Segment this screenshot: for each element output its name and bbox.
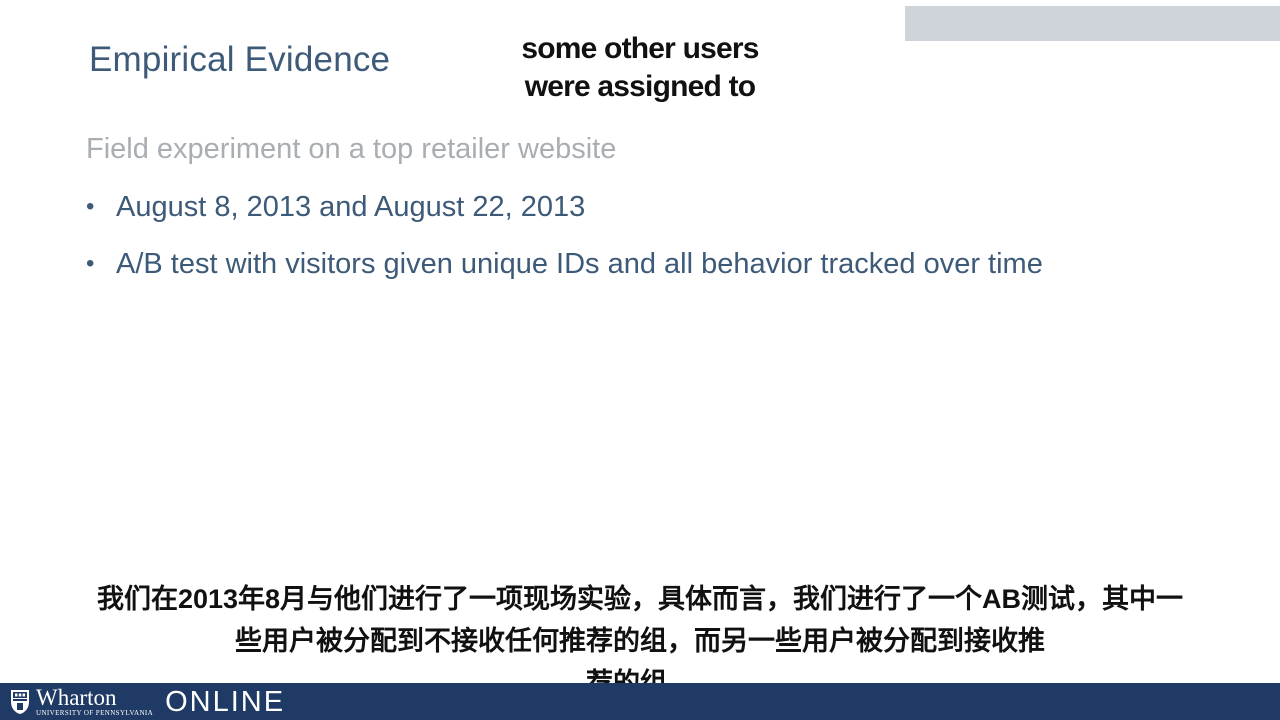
wharton-online-logo: Wharton University of Pennsylvania ONLIN… <box>10 686 285 718</box>
slide-subheading: Field experiment on a top retailer websi… <box>86 133 617 165</box>
bullet-dot-icon: • <box>86 193 95 220</box>
english-subtitle: some other users were assigned to <box>470 30 810 106</box>
penn-shield-icon <box>11 690 29 714</box>
corner-overlay-box <box>905 6 1280 41</box>
footer-bar: Wharton University of Pennsylvania ONLIN… <box>0 683 1280 720</box>
brand-text: Wharton University of Pennsylvania <box>36 684 154 718</box>
bullet-item: • A/B test with visitors given unique ID… <box>86 245 1043 302</box>
english-subtitle-line: some other users <box>521 32 759 65</box>
bullet-dot-icon: • <box>86 250 95 277</box>
slide-title: Empirical Evidence <box>89 40 391 79</box>
english-subtitle-line: were assigned to <box>524 70 756 103</box>
bullet-item: • August 8, 2013 and August 22, 2013 <box>86 188 1043 245</box>
brand-name: Wharton <box>36 684 117 710</box>
chinese-subtitle-line: 我们在2013年8月与他们进行了一项现场实验，具体而言，我们进行了一个AB测试，… <box>96 584 1184 614</box>
chinese-subtitle-line: 些用户被分配到不接收任何推荐的组，而另一些用户被分配到接收推 <box>235 626 1045 656</box>
bullet-text: A/B test with visitors given unique IDs … <box>116 248 1043 280</box>
bullet-text: August 8, 2013 and August 22, 2013 <box>116 191 586 223</box>
bullet-list: • August 8, 2013 and August 22, 2013 • A… <box>86 188 1043 302</box>
brand-subtitle: University of Pennsylvania <box>36 708 154 717</box>
slide-canvas: Empirical Evidence some other users were… <box>0 0 1280 720</box>
brand-online-label: ONLINE <box>165 686 286 718</box>
